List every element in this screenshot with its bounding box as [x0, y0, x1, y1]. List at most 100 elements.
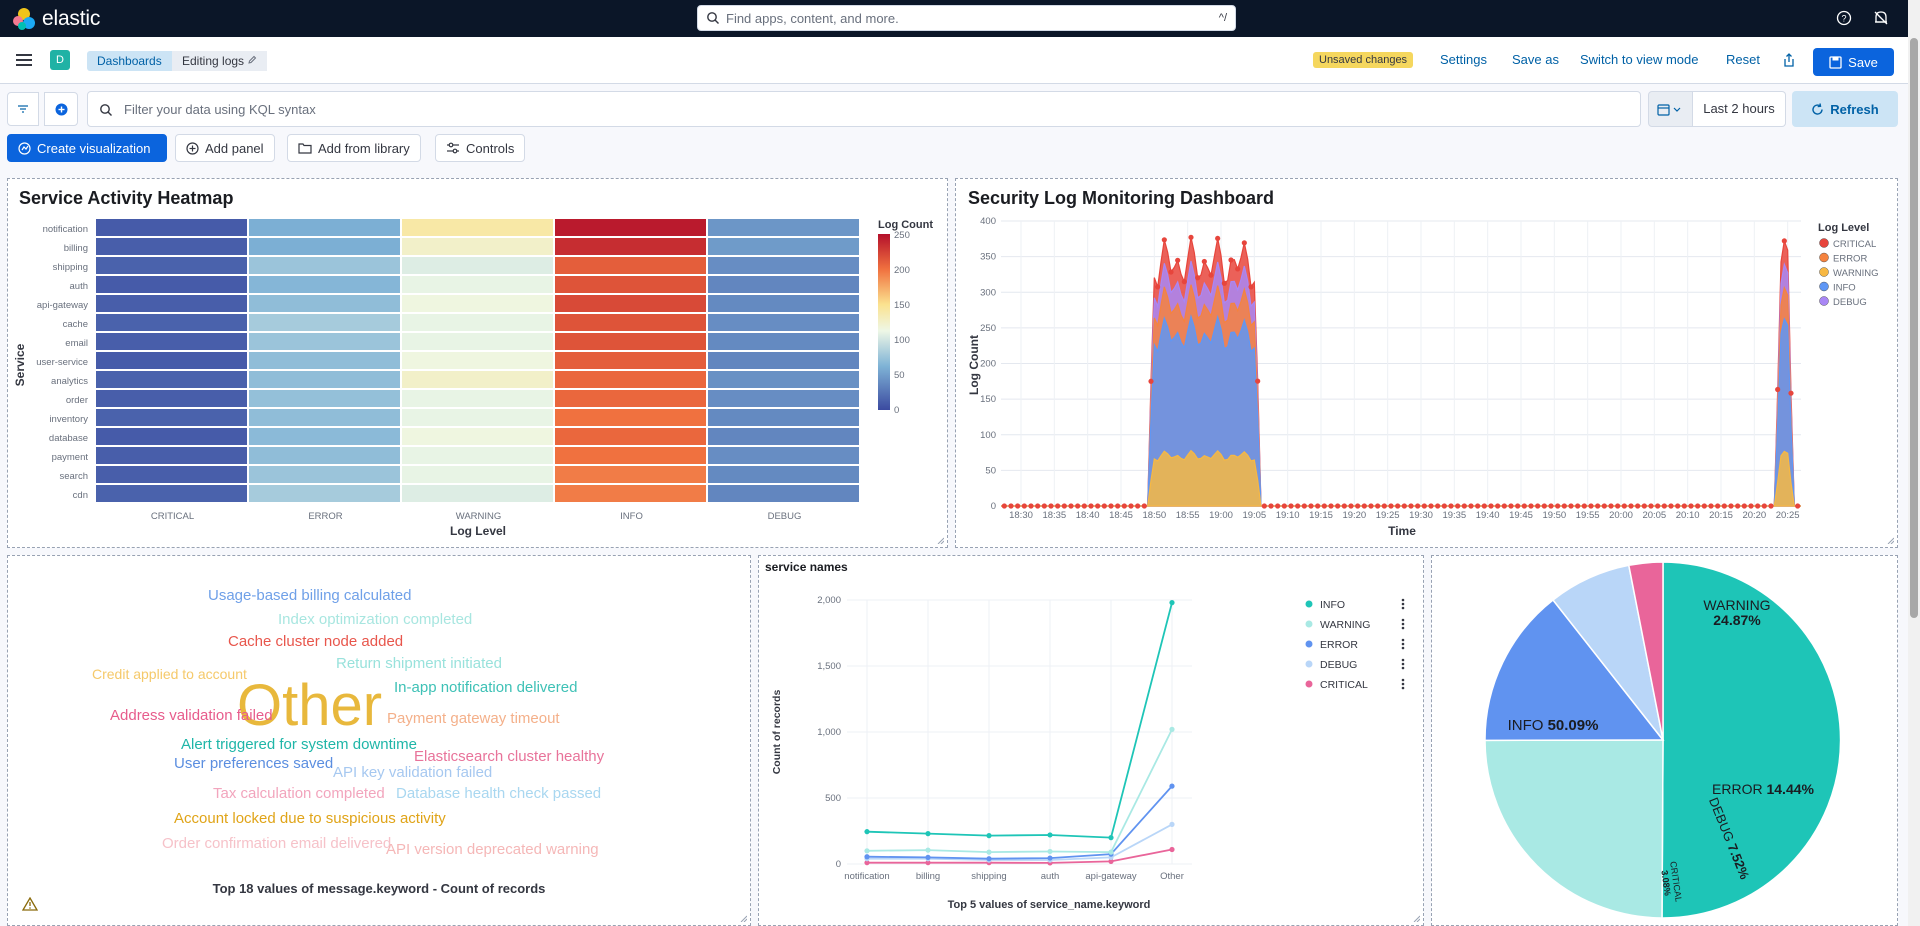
service-names-point[interactable]: [925, 847, 931, 853]
security-point[interactable]: [1275, 503, 1281, 509]
add-filter-button[interactable]: [44, 92, 78, 126]
heatmap-cell[interactable]: [708, 333, 859, 350]
security-point[interactable]: [1621, 503, 1627, 509]
security-point[interactable]: [1088, 503, 1094, 509]
security-point[interactable]: [1788, 390, 1794, 396]
heatmap-cell[interactable]: [708, 390, 859, 407]
security-point[interactable]: [1781, 238, 1787, 244]
security-point[interactable]: [1388, 503, 1394, 509]
settings-button[interactable]: Settings: [1440, 52, 1487, 67]
security-point[interactable]: [1361, 503, 1367, 509]
heatmap-cell[interactable]: [708, 314, 859, 331]
security-point[interactable]: [1615, 503, 1621, 509]
legend-actions-icon[interactable]: [1401, 686, 1405, 690]
global-search-input[interactable]: Find apps, content, and more. ^/: [697, 5, 1236, 31]
heatmap-cell[interactable]: [402, 257, 553, 274]
service-names-point[interactable]: [1047, 848, 1053, 855]
heatmap-cell[interactable]: [402, 333, 553, 350]
heatmap-cell[interactable]: [96, 409, 247, 426]
heatmap-cell[interactable]: [708, 447, 859, 464]
service-names-legend-label[interactable]: INFO: [1320, 599, 1345, 611]
security-point[interactable]: [1401, 503, 1407, 509]
service-names-point[interactable]: [864, 829, 870, 835]
legend-actions-icon[interactable]: [1401, 622, 1405, 626]
security-point[interactable]: [1341, 503, 1347, 509]
heatmap-cell[interactable]: [96, 390, 247, 407]
security-point[interactable]: [1768, 503, 1774, 509]
filter-options-button[interactable]: [7, 92, 39, 126]
security-point[interactable]: [1595, 503, 1601, 509]
heatmap-cell[interactable]: [96, 447, 247, 464]
refresh-button[interactable]: Refresh: [1792, 91, 1898, 127]
heatmap-cell[interactable]: [96, 485, 247, 502]
security-point[interactable]: [1655, 503, 1661, 509]
service-names-point[interactable]: [986, 856, 992, 862]
wordcloud-word[interactable]: Credit applied to account: [92, 666, 247, 682]
heatmap-cell[interactable]: [708, 219, 859, 236]
security-point[interactable]: [1715, 503, 1721, 509]
security-point[interactable]: [1695, 503, 1701, 509]
security-point[interactable]: [1355, 503, 1361, 509]
service-names-point[interactable]: [986, 849, 992, 855]
security-point[interactable]: [1215, 235, 1221, 242]
security-point[interactable]: [1181, 279, 1187, 285]
heatmap-cell[interactable]: [96, 276, 247, 293]
security-point[interactable]: [1228, 257, 1234, 263]
heatmap-cell[interactable]: [249, 314, 400, 331]
legend-actions-icon[interactable]: [1401, 642, 1405, 646]
security-point[interactable]: [1481, 503, 1487, 509]
heatmap-cell[interactable]: [555, 485, 706, 502]
security-point[interactable]: [1521, 503, 1527, 509]
security-point[interactable]: [1048, 503, 1054, 509]
wordcloud-word[interactable]: Order confirmation email delivered: [162, 835, 391, 852]
service-names-line-debug[interactable]: [867, 823, 1173, 861]
security-point[interactable]: [1501, 503, 1507, 509]
security-point[interactable]: [1208, 272, 1214, 278]
date-range-picker[interactable]: Last 2 hours: [1693, 91, 1786, 127]
heatmap-cell[interactable]: [402, 276, 553, 293]
heatmap-cell[interactable]: [249, 295, 400, 312]
heatmap-cell[interactable]: [249, 485, 400, 502]
legend-actions-icon[interactable]: [1401, 606, 1405, 610]
security-point[interactable]: [1148, 378, 1154, 384]
security-point[interactable]: [1421, 503, 1427, 509]
security-point[interactable]: [1301, 503, 1307, 509]
service-names-point[interactable]: [1169, 600, 1175, 606]
heatmap-cell[interactable]: [402, 428, 553, 445]
security-point[interactable]: [1475, 503, 1481, 509]
heatmap-cell[interactable]: [402, 352, 553, 369]
security-point[interactable]: [1028, 503, 1034, 509]
security-point[interactable]: [1128, 503, 1134, 509]
service-names-point[interactable]: [1169, 846, 1175, 853]
security-point[interactable]: [1328, 503, 1334, 509]
security-point[interactable]: [1201, 258, 1207, 265]
heatmap-cell[interactable]: [249, 409, 400, 426]
security-point[interactable]: [1295, 503, 1301, 509]
heatmap-cell[interactable]: [402, 295, 553, 312]
security-point[interactable]: [1375, 503, 1381, 509]
menu-icon[interactable]: [16, 53, 32, 67]
heatmap-cell[interactable]: [96, 257, 247, 274]
security-legend-swatch[interactable]: [1819, 267, 1829, 277]
heatmap-cell[interactable]: [96, 333, 247, 350]
legend-actions-icon[interactable]: [1401, 682, 1405, 686]
security-point[interactable]: [1508, 503, 1514, 509]
security-point[interactable]: [1495, 503, 1501, 509]
security-point[interactable]: [1321, 503, 1327, 509]
heatmap-cell[interactable]: [555, 276, 706, 293]
service-names-legend-label[interactable]: ERROR: [1320, 639, 1358, 651]
heatmap-cell[interactable]: [249, 428, 400, 445]
security-point[interactable]: [1575, 503, 1581, 509]
heatmap-cell[interactable]: [555, 371, 706, 388]
security-point[interactable]: [1008, 503, 1014, 509]
service-names-legend-swatch[interactable]: [1305, 660, 1313, 668]
security-point[interactable]: [1461, 503, 1467, 509]
heatmap-cell[interactable]: [708, 257, 859, 274]
wordcloud-word[interactable]: User preferences saved: [174, 755, 333, 772]
security-point[interactable]: [1668, 503, 1674, 509]
security-point[interactable]: [1095, 503, 1101, 509]
breadcrumb-dashboards[interactable]: Dashboards: [87, 51, 172, 71]
kql-query-input[interactable]: Filter your data using KQL syntax: [87, 91, 1641, 127]
wordcloud-word[interactable]: Address validation failed: [110, 707, 273, 724]
wordcloud-word[interactable]: Usage-based billing calculated: [208, 587, 411, 604]
